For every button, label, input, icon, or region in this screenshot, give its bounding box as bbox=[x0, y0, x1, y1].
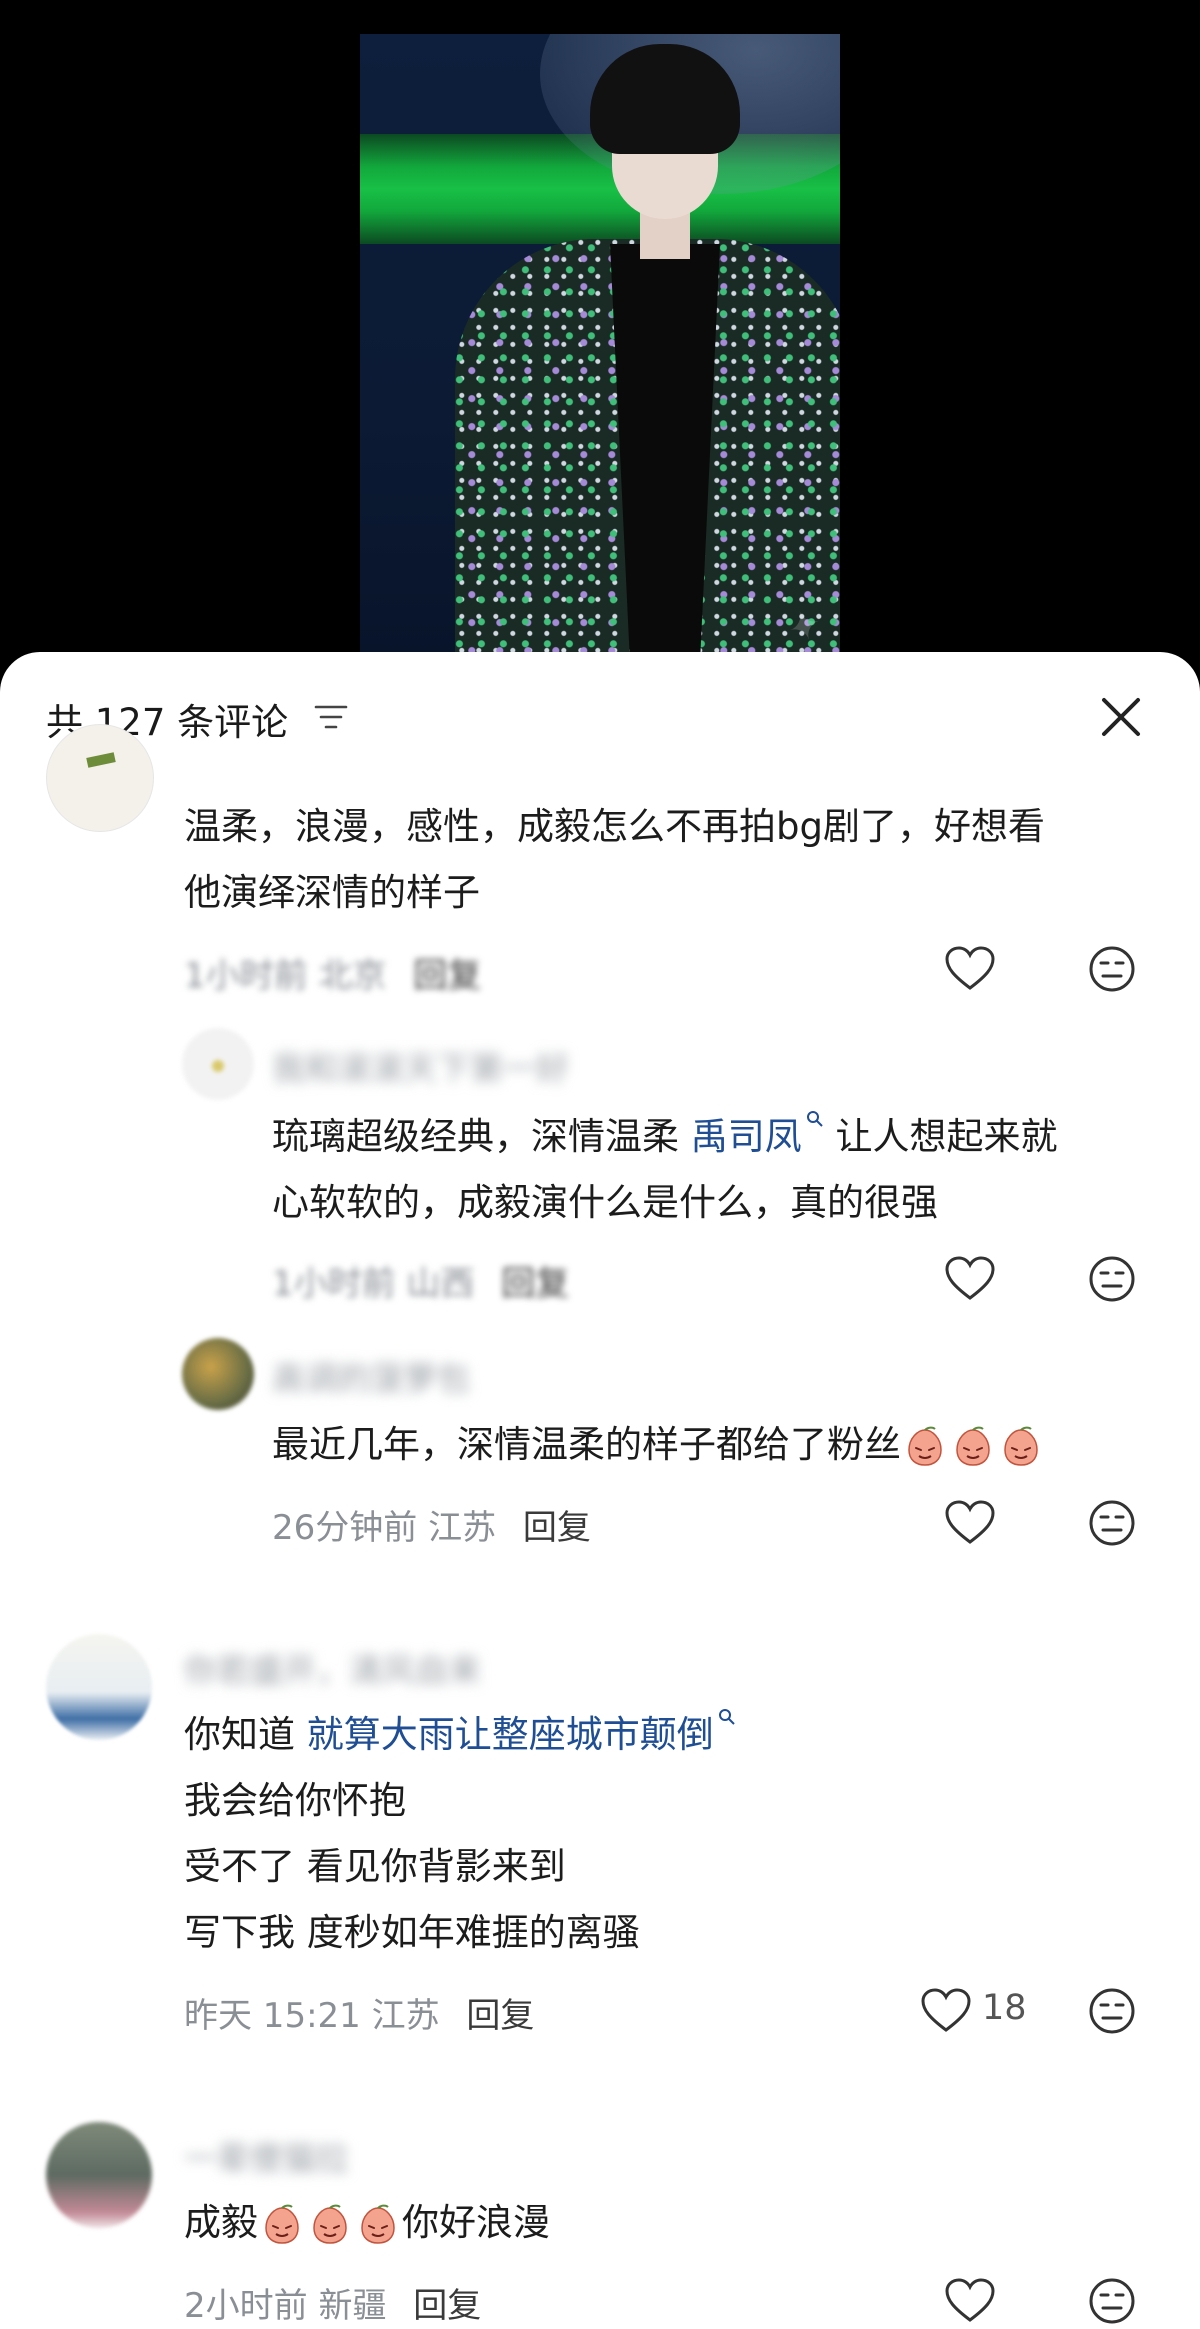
comment-meta: 昨天 15:21 江苏 回复 bbox=[184, 1988, 534, 2037]
search-link[interactable]: 禹司凤 bbox=[691, 1111, 824, 1158]
like-heart-icon[interactable] bbox=[920, 1988, 972, 2034]
reply-button[interactable]: 回复 bbox=[523, 1508, 591, 1548]
peach-emoji-icon bbox=[956, 1426, 990, 1466]
dislike-face-icon[interactable] bbox=[1088, 2277, 1136, 2325]
avatar[interactable] bbox=[182, 1028, 254, 1100]
like-heart-icon[interactable] bbox=[944, 946, 996, 992]
reply-location: 江苏 bbox=[428, 1508, 497, 1548]
reply-username: 我和滚滚天下第一好 bbox=[272, 1049, 569, 1088]
comment-location: 江苏 bbox=[371, 1996, 440, 2036]
reply-button[interactable]: 回复 bbox=[501, 1264, 569, 1304]
comment-location: 北京 bbox=[318, 956, 387, 996]
peach-emoji-icon bbox=[908, 1426, 942, 1466]
reply-text: 最近几年，深情温柔的样子都给了粉丝 bbox=[272, 1423, 901, 1466]
reply-meta: 26分钟前 江苏 回复 bbox=[272, 1500, 591, 1549]
reply-username: 高调的菠萝包 bbox=[272, 1359, 470, 1398]
comment-time: 2小时前 bbox=[184, 2286, 308, 2326]
avatar[interactable] bbox=[46, 1634, 152, 1740]
reply-text-line: 琉璃超级经典，深情温柔 禹司凤 让人想起来就 bbox=[272, 1104, 1058, 1170]
comment-location: 新疆 bbox=[318, 2286, 387, 2326]
comment-meta: 2小时前 新疆 回复 bbox=[184, 2278, 481, 2327]
reply-text: 琉璃超级经典，深情温柔 bbox=[272, 1115, 691, 1158]
dislike-face-icon[interactable] bbox=[1088, 1499, 1136, 1547]
comment-text: 你知道 bbox=[184, 1713, 307, 1756]
avatar[interactable] bbox=[46, 2122, 152, 2228]
comment-text-line: 受不了 看见你背影来到 bbox=[184, 1845, 566, 1888]
close-icon[interactable] bbox=[1096, 692, 1146, 742]
search-link-text[interactable]: 就算大雨让整座城市颠倒 bbox=[307, 1713, 714, 1756]
reply-location: 山西 bbox=[406, 1264, 475, 1304]
like-heart-icon[interactable] bbox=[944, 2278, 996, 2324]
reply-text-line: 最近几年，深情温柔的样子都给了粉丝 bbox=[272, 1412, 1045, 1478]
peach-emoji-icon bbox=[313, 2204, 347, 2244]
reply-meta: 1小时前 山西 回复 bbox=[272, 1256, 569, 1305]
comment-panel: 共 127 条评论 温柔，浪漫，感性，成毅怎么不再拍bg剧了，好想看 他演绎深情… bbox=[0, 652, 1200, 2329]
reply-button[interactable]: 回复 bbox=[413, 2286, 481, 2326]
reply-text-line: 心软软的，成毅演什么是什么，真的很强 bbox=[272, 1181, 938, 1224]
search-icon bbox=[806, 1111, 823, 1127]
avatar[interactable] bbox=[46, 724, 154, 832]
like-heart-icon[interactable] bbox=[944, 1500, 996, 1546]
emoji-group bbox=[258, 2201, 402, 2244]
sort-icon[interactable] bbox=[314, 702, 348, 732]
comment-username: 一辈傻猫拉 bbox=[184, 2139, 349, 2178]
comment-username: 你若盛开，清风自来 bbox=[184, 1651, 481, 1690]
search-icon bbox=[718, 1709, 735, 1725]
reply-button[interactable]: 回复 bbox=[466, 1996, 534, 2036]
video-thumbnail[interactable]: ✦ bbox=[360, 34, 840, 660]
peach-emoji-icon bbox=[1004, 1426, 1038, 1466]
reply-time: 26分钟前 bbox=[272, 1508, 418, 1548]
dislike-face-icon[interactable] bbox=[1088, 1987, 1136, 2035]
peach-emoji-icon bbox=[265, 2204, 299, 2244]
comment-text-line: 你知道 就算大雨让整座城市颠倒 bbox=[184, 1702, 736, 1768]
comment-time: 昨天 15:21 bbox=[184, 1996, 361, 2036]
comment-header: 共 127 条评论 bbox=[0, 652, 1200, 782]
comment-text: 你好浪漫 bbox=[402, 2201, 550, 2244]
reply-time: 1小时前 bbox=[272, 1264, 396, 1304]
avatar[interactable] bbox=[182, 1338, 254, 1410]
search-link-text[interactable]: 禹司凤 bbox=[691, 1115, 802, 1158]
reply-text: 让人想起来就 bbox=[823, 1115, 1058, 1158]
comment-time: 1小时前 bbox=[184, 956, 308, 996]
comment-text-line: 成毅 你好浪漫 bbox=[184, 2190, 550, 2256]
like-count: 18 bbox=[982, 1988, 1027, 2028]
emoji-group bbox=[901, 1423, 1045, 1466]
comment-meta: 1小时前 北京 回复 bbox=[184, 948, 481, 997]
comment-text-line: 温柔，浪漫，感性，成毅怎么不再拍bg剧了，好想看 bbox=[184, 805, 1045, 848]
reply-button[interactable]: 回复 bbox=[413, 956, 481, 996]
comment-text-line: 他演绎深情的样子 bbox=[184, 871, 480, 914]
dislike-face-icon[interactable] bbox=[1088, 945, 1136, 993]
video-area[interactable]: ✦ bbox=[0, 0, 1200, 660]
comment-text-line: 写下我 度秒如年难捱的离骚 bbox=[184, 1911, 640, 1954]
like-heart-icon[interactable] bbox=[944, 1256, 996, 1302]
peach-emoji-icon bbox=[361, 2204, 395, 2244]
search-link[interactable]: 就算大雨让整座城市颠倒 bbox=[307, 1709, 736, 1756]
comment-text: 成毅 bbox=[184, 2201, 258, 2244]
dislike-face-icon[interactable] bbox=[1088, 1255, 1136, 1303]
comment-text-line: 我会给你怀抱 bbox=[184, 1779, 406, 1822]
